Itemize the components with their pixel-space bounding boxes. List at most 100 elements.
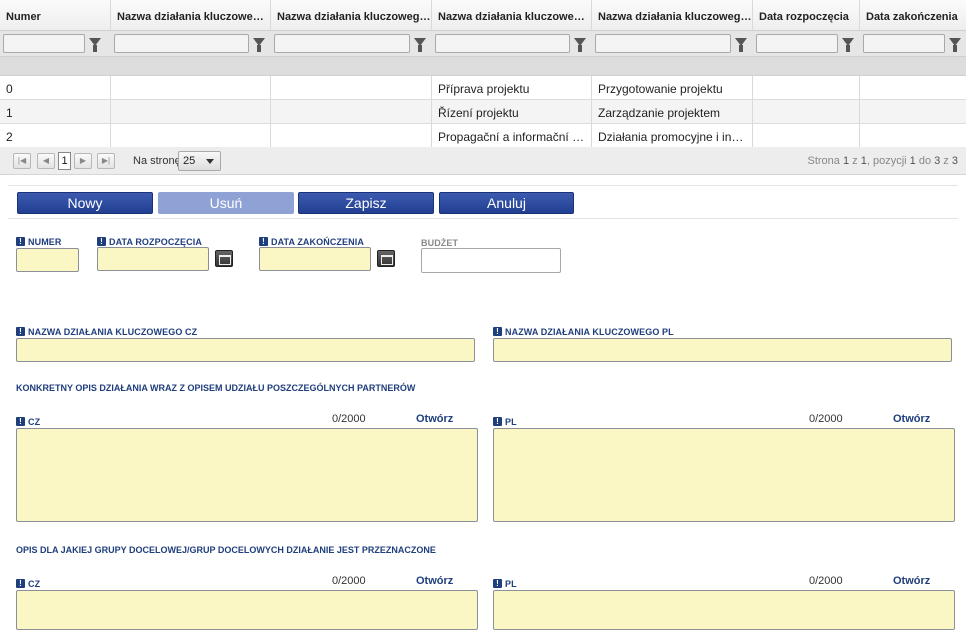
filter-icon[interactable] (949, 38, 961, 52)
filter-icon[interactable] (735, 38, 747, 52)
last-page-icon[interactable]: ▶| (97, 153, 115, 169)
desc-pl-label: ! PL (493, 417, 517, 427)
name-cz-field[interactable] (16, 338, 475, 362)
desc-pl-counter: 0/2000 (809, 413, 843, 425)
required-icon: ! (259, 237, 268, 246)
filter-icon[interactable] (574, 38, 586, 52)
table-cell: Příprava projektu (432, 76, 592, 99)
target-pl-open-link[interactable]: Otwórz (893, 575, 930, 587)
column-header-name-pl[interactable]: Nazwa działania kluczowego PL (271, 0, 432, 30)
filter-input-end-date[interactable] (863, 34, 945, 53)
column-header-numer[interactable]: Numer (0, 0, 111, 30)
required-icon: ! (493, 417, 502, 426)
start-date-field[interactable] (97, 247, 209, 271)
table-cell (753, 76, 860, 99)
grid-filter-row (0, 31, 966, 57)
chevron-down-icon (206, 159, 214, 164)
filter-icon[interactable] (89, 38, 101, 52)
budget-field[interactable] (421, 248, 561, 273)
name-pl-field[interactable] (493, 338, 952, 362)
divider (8, 218, 958, 219)
target-cz-textarea[interactable] (16, 590, 478, 630)
required-icon: ! (16, 237, 25, 246)
table-row[interactable]: 1 Řízení projektu Zarządzanie projektem (0, 100, 966, 124)
table-cell: Przygotowanie projektu (592, 76, 753, 99)
per-page-label: Na stronę (133, 155, 181, 167)
filter-icon[interactable] (842, 38, 854, 52)
table-cell: Działania promocyjne i infor... (592, 124, 753, 147)
table-cell (271, 124, 432, 147)
desc-cz-open-link[interactable]: Otwórz (416, 413, 453, 425)
save-button[interactable]: Zapisz (298, 192, 434, 214)
start-date-label: ! Data rozpoczęcia (97, 237, 202, 247)
table-cell: Zarządzanie projektem (592, 100, 753, 123)
target-group-section-title: Opis dla jakiej grupy docelowej/grup doc… (16, 545, 436, 555)
filter-input-start-date[interactable] (756, 34, 838, 53)
target-cz-open-link[interactable]: Otwórz (416, 575, 453, 587)
numer-label: ! Numer (16, 237, 62, 247)
table-cell (271, 76, 432, 99)
desc-cz-counter: 0/2000 (332, 413, 366, 425)
next-page-icon[interactable]: ▶ (74, 153, 92, 169)
required-icon: ! (16, 327, 25, 336)
table-cell: 1 (0, 100, 111, 123)
column-header-name-cz[interactable]: Nazwa działania kluczowego CZ (111, 0, 271, 30)
pager-info: Strona 1 z 1, pozycji 1 do 3 z 3 (807, 155, 959, 167)
delete-button[interactable]: Usuń (158, 192, 294, 214)
table-cell (111, 100, 271, 123)
table-cell: Řízení projektu (432, 100, 592, 123)
filter-input-numer[interactable] (3, 34, 85, 53)
filter-input-name-cz[interactable] (114, 34, 249, 53)
table-cell (111, 76, 271, 99)
cancel-button[interactable]: Anuluj (439, 192, 574, 214)
table-cell: 2 (0, 124, 111, 147)
table-cell (753, 124, 860, 147)
required-icon: ! (493, 327, 502, 336)
calendar-icon[interactable] (215, 250, 233, 267)
required-icon: ! (493, 579, 502, 588)
target-pl-textarea[interactable] (493, 590, 955, 630)
filter-input-name-pl[interactable] (274, 34, 410, 53)
name-pl-label: ! Nazwa działania kluczowego PL (493, 327, 674, 337)
new-button[interactable]: Nowy (17, 192, 153, 214)
table-cell (111, 124, 271, 147)
numer-field[interactable] (16, 248, 79, 272)
desc-pl-open-link[interactable]: Otwórz (893, 413, 930, 425)
filter-input-name-pl-2[interactable] (595, 34, 731, 53)
table-cell (271, 100, 432, 123)
desc-cz-label: ! CZ (16, 417, 40, 427)
table-row[interactable]: 2 Propagační a informační čin... Działan… (0, 124, 966, 148)
table-row[interactable]: 0 Příprava projektu Przygotowanie projek… (0, 76, 966, 100)
name-cz-label: ! Nazwa działania kluczowego CZ (16, 327, 197, 337)
target-pl-counter: 0/2000 (809, 575, 843, 587)
prev-page-icon[interactable]: ◀ (37, 153, 55, 169)
table-cell: Propagační a informační čin... (432, 124, 592, 147)
column-header-end-date[interactable]: Data zakończenia (860, 0, 966, 30)
filter-icon[interactable] (253, 38, 265, 52)
table-cell (860, 76, 966, 99)
first-page-icon[interactable]: |◀ (13, 153, 31, 169)
per-page-select[interactable]: 25 (178, 151, 221, 171)
desc-pl-textarea[interactable] (493, 428, 955, 522)
target-cz-label: ! CZ (16, 579, 40, 589)
end-date-field[interactable] (259, 247, 371, 271)
calendar-icon[interactable] (377, 250, 395, 267)
key-activities-grid: Numer Nazwa działania kluczowego CZ Nazw… (0, 0, 966, 148)
current-page-input[interactable]: 1 (58, 152, 71, 170)
table-cell (860, 124, 966, 147)
desc-cz-textarea[interactable] (16, 428, 478, 522)
filter-input-name-cz-2[interactable] (435, 34, 570, 53)
end-date-label: ! Data zakończenia (259, 237, 364, 247)
table-cell (753, 100, 860, 123)
target-cz-counter: 0/2000 (332, 575, 366, 587)
budget-label: Budżet (421, 238, 459, 248)
required-icon: ! (16, 417, 25, 426)
column-header-name-pl-2[interactable]: Nazwa działania kluczowego PL (592, 0, 753, 30)
column-header-start-date[interactable]: Data rozpoczęcia (753, 0, 860, 30)
grid-new-row[interactable] (0, 57, 966, 76)
table-cell: 0 (0, 76, 111, 99)
column-header-name-cz-2[interactable]: Nazwa działania kluczowego CZ (432, 0, 592, 30)
grid-pager: |◀ ◀ 1 ▶ ▶| Na stronę 25 Strona 1 z 1, p… (0, 147, 966, 175)
filter-icon[interactable] (414, 38, 426, 52)
required-icon: ! (16, 579, 25, 588)
